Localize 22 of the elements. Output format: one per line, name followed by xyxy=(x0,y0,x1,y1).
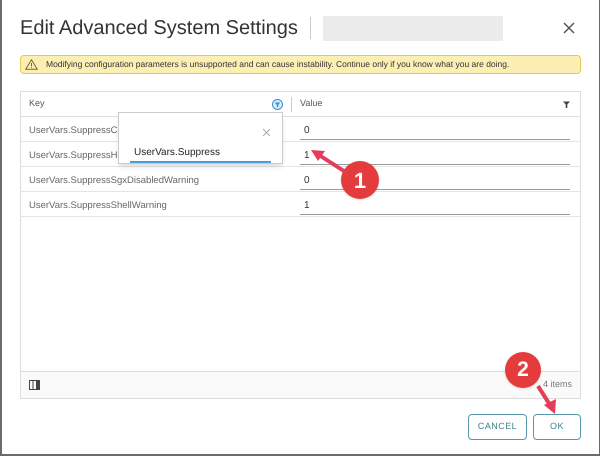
value-input-field[interactable]: 0 xyxy=(300,122,570,140)
value-input-field[interactable]: 1 xyxy=(300,198,570,214)
close-icon xyxy=(563,22,575,34)
warning-icon xyxy=(25,59,38,70)
table-cell: UserVars.SuppressShellWarning xyxy=(29,200,167,211)
table-cell: UserVars.SuppressH xyxy=(29,150,118,161)
callout-badge: 2 xyxy=(505,352,541,388)
column-header[interactable]: Key xyxy=(29,97,45,111)
item-count: 4 items xyxy=(542,378,572,392)
dialog-button[interactable]: CANCEL xyxy=(468,414,527,440)
callout-badge: 1 xyxy=(341,161,379,199)
filter-icon[interactable] xyxy=(561,98,572,110)
arrow xyxy=(309,147,349,175)
warning-text: Modifying configuration parameters is unsupported and can cause instability. Continue only if you know what you are doing. xyxy=(46,58,510,71)
table-cell: UserVars.SuppressSgxDisabledWarning xyxy=(29,175,200,186)
column-header[interactable]: Value xyxy=(300,97,322,111)
columns-icon[interactable] xyxy=(29,380,40,390)
dialog-title: Edit Advanced System Settings xyxy=(20,16,298,41)
dialog-button[interactable]: OK xyxy=(533,414,581,440)
close-button[interactable] xyxy=(561,20,577,36)
close-icon xyxy=(262,128,271,137)
table-cell: UserVars.SuppressC xyxy=(29,125,118,136)
